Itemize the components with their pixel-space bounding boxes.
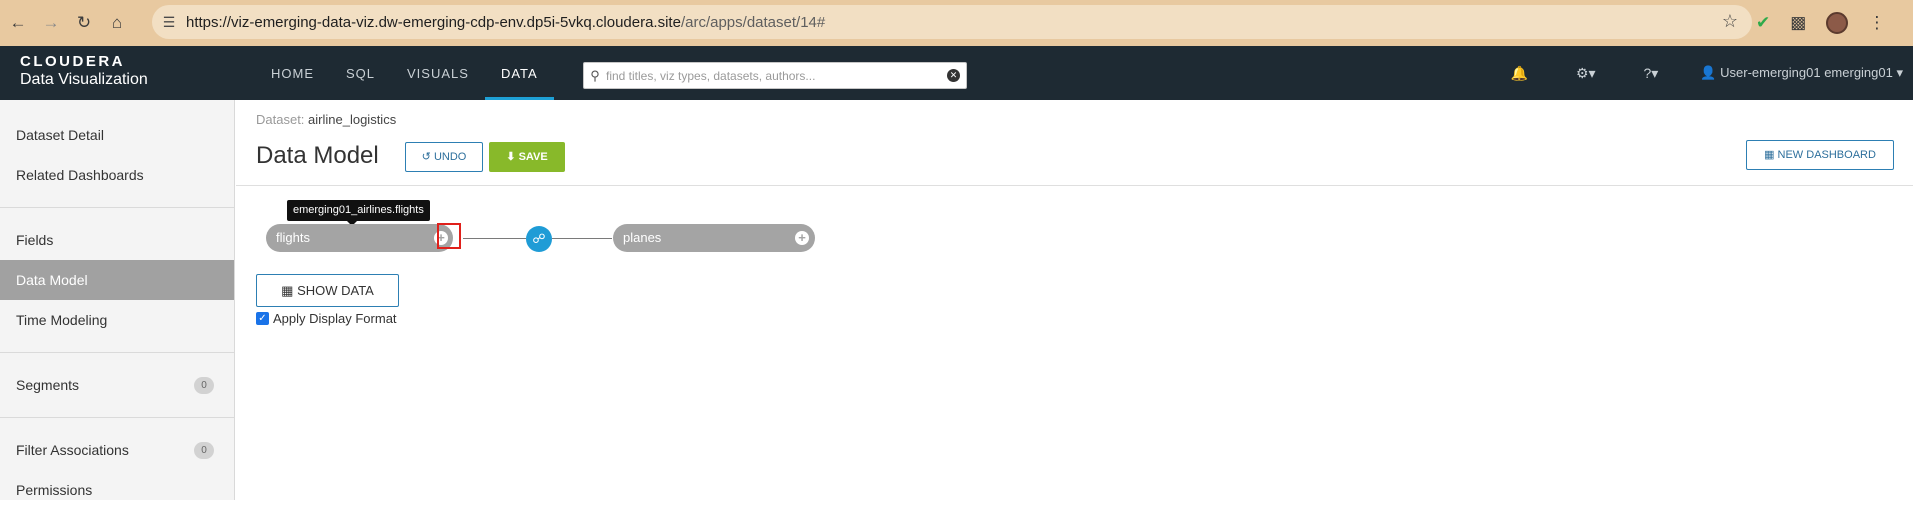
breadcrumb: Dataset: airline_logistics — [256, 112, 396, 127]
site-settings-icon[interactable]: ☰ — [152, 14, 186, 31]
main-content: Dataset: airline_logistics Data Model ↺ … — [236, 100, 1913, 500]
extensions-area: ✔ ▩ ⋮ — [1756, 0, 1885, 46]
table-node-label: flights — [276, 230, 310, 245]
extension-icon[interactable]: ✔ — [1756, 13, 1770, 33]
main-nav: HOME SQL VISUALS DATA — [255, 46, 554, 100]
sidebar-divider — [0, 352, 234, 353]
search-icon: ⚲ — [590, 67, 600, 83]
bell-icon[interactable]: 🔔 — [1511, 65, 1528, 82]
sidebar-item-filter-associations[interactable]: Filter Associations 0 — [0, 430, 234, 470]
logo-brand: CLOUDERA — [20, 53, 125, 70]
add-join-icon[interactable]: + — [795, 231, 809, 245]
sidebar-item-segments[interactable]: Segments 0 — [0, 365, 234, 405]
sidebar-item-label: Segments — [16, 377, 80, 393]
header-actions: 🔔 ⚙▾ ?▾ 👤 User-emerging01 emerging01 ▾ — [1463, 46, 1904, 100]
breadcrumb-label: Dataset: — [256, 112, 305, 127]
table-node-flights[interactable]: flights + — [266, 224, 453, 252]
show-data-button[interactable]: ▦ SHOW DATA — [256, 274, 399, 307]
sidebar-divider — [0, 417, 234, 418]
puzzle-icon[interactable]: ▩ — [1790, 13, 1806, 33]
browser-toolbar: ← → ↻ ⌂ ☰ https://viz-emerging-data-viz.… — [0, 0, 1913, 46]
apply-display-format-checkbox[interactable]: ✓ Apply Display Format — [256, 311, 397, 326]
undo-button[interactable]: ↺ UNDO — [405, 142, 483, 172]
user-label: User-emerging01 emerging01 — [1720, 65, 1893, 80]
tab-sql[interactable]: SQL — [330, 46, 391, 100]
tab-home[interactable]: HOME — [255, 46, 330, 100]
user-menu[interactable]: 👤 User-emerging01 emerging01 ▾ — [1700, 65, 1903, 81]
profile-avatar[interactable] — [1826, 12, 1849, 34]
table-name-tooltip: emerging01_airlines.flights — [287, 200, 430, 226]
segments-count-badge: 0 — [194, 377, 214, 394]
sidebar-divider — [0, 207, 234, 208]
dataset-sidebar: Dataset Detail Related Dashboards Fields… — [0, 100, 235, 500]
sidebar-item-data-model[interactable]: Data Model — [0, 260, 234, 300]
cloudera-logo[interactable]: CLOUDERA Data Visualization — [20, 53, 148, 89]
tab-data[interactable]: DATA — [484, 46, 554, 100]
url-text[interactable]: https://viz-emerging-data-viz.dw-emergin… — [186, 14, 825, 31]
sidebar-item-fields[interactable]: Fields — [0, 220, 234, 260]
back-arrow-icon[interactable]: ← — [3, 8, 33, 38]
sidebar-item-label: Filter Associations — [16, 442, 129, 458]
breadcrumb-dataset-name: airline_logistics — [308, 112, 397, 127]
address-bar[interactable]: ☰ https://viz-emerging-data-viz.dw-emerg… — [152, 5, 1752, 39]
checkbox-checked-icon[interactable]: ✓ — [256, 312, 269, 325]
header-divider — [236, 185, 1913, 186]
apply-display-format-label: Apply Display Format — [273, 311, 397, 326]
forward-arrow-icon[interactable]: → — [36, 8, 66, 38]
browser-menu-icon[interactable]: ⋮ — [1868, 13, 1885, 33]
new-dashboard-button[interactable]: ▦ NEW DASHBOARD — [1746, 140, 1894, 170]
show-data-label: SHOW DATA — [297, 283, 374, 298]
dashboard-icon: ▦ — [1764, 149, 1775, 161]
join-link-icon[interactable]: ☍ — [526, 226, 552, 252]
sidebar-item-related-dashboards[interactable]: Related Dashboards — [0, 155, 234, 195]
sidebar-item-permissions[interactable]: Permissions — [0, 470, 234, 510]
app-header: CLOUDERA Data Visualization HOME SQL VIS… — [0, 46, 1913, 100]
new-dashboard-label: NEW DASHBOARD — [1777, 149, 1876, 161]
global-search: ⚲ ✕ — [583, 62, 967, 89]
undo-icon: ↺ — [421, 151, 431, 163]
bookmark-star-icon[interactable]: ☆ — [1722, 11, 1738, 32]
sidebar-item-time-modeling[interactable]: Time Modeling — [0, 300, 234, 340]
table-node-label: planes — [623, 230, 662, 245]
download-icon: ⬇ — [506, 151, 516, 163]
save-button[interactable]: ⬇ SAVE — [489, 142, 565, 172]
logo-product: Data Visualization — [20, 71, 148, 88]
url-main: https://viz-emerging-data-viz.dw-emergin… — [186, 13, 681, 31]
user-icon: 👤 — [1700, 65, 1717, 80]
help-icon[interactable]: ?▾ — [1644, 65, 1659, 82]
join-connector-right — [552, 238, 612, 239]
url-path: /arc/apps/dataset/14# — [680, 13, 826, 31]
undo-label: UNDO — [433, 151, 467, 163]
home-icon[interactable]: ⌂ — [102, 8, 132, 38]
search-input[interactable] — [606, 68, 947, 83]
page-title: Data Model — [256, 142, 379, 169]
reload-icon[interactable]: ↻ — [69, 8, 99, 38]
gear-icon[interactable]: ⚙▾ — [1576, 65, 1596, 82]
add-join-highlight — [437, 223, 461, 249]
join-connector-left — [463, 238, 526, 239]
save-label: SAVE — [518, 151, 548, 163]
sidebar-item-dataset-detail[interactable]: Dataset Detail — [0, 115, 234, 155]
tab-visuals[interactable]: VISUALS — [391, 46, 485, 100]
filter-associations-count-badge: 0 — [194, 442, 214, 459]
clear-search-icon[interactable]: ✕ — [947, 69, 960, 82]
table-grid-icon: ▦ — [281, 283, 294, 298]
table-node-planes[interactable]: planes + — [613, 224, 815, 252]
